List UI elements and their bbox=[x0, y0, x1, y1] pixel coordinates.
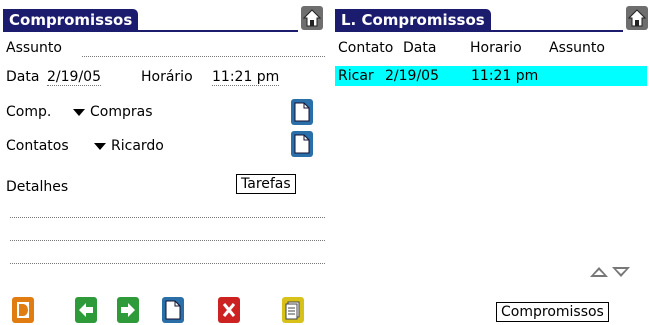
horario-field[interactable]: 11:21 pm bbox=[212, 69, 280, 86]
comp-dropdown[interactable]: Compras bbox=[73, 104, 153, 120]
column-header-data[interactable]: Data bbox=[403, 40, 436, 56]
column-header-horario[interactable]: Horario bbox=[470, 40, 522, 56]
compromissos-button[interactable]: Compromissos bbox=[496, 302, 609, 322]
scroll-down-icon[interactable] bbox=[611, 266, 631, 278]
assunto-label: Assunto bbox=[6, 40, 62, 56]
contatos-value: Ricardo bbox=[111, 138, 164, 154]
row-contato: Ricar bbox=[338, 68, 374, 84]
dropdown-arrow-icon bbox=[94, 142, 106, 150]
home-icon[interactable] bbox=[626, 6, 648, 30]
screen-title[interactable]: L. Compromissos bbox=[335, 9, 491, 31]
delete-icon[interactable] bbox=[218, 297, 240, 323]
forward-icon[interactable] bbox=[117, 297, 139, 323]
lista-compromissos-screen: L. Compromissos Contato Data Horario Ass… bbox=[325, 0, 650, 325]
title-bar: Compromissos bbox=[0, 0, 325, 32]
detalhes-line-2[interactable] bbox=[10, 240, 325, 241]
comp-value: Compras bbox=[90, 104, 153, 120]
tarefas-button[interactable]: Tarefas bbox=[236, 174, 296, 194]
column-header-contato[interactable]: Contato bbox=[338, 40, 393, 56]
new-doc-icon[interactable] bbox=[162, 297, 184, 323]
data-field[interactable]: 2/19/05 bbox=[47, 69, 101, 86]
home-icon[interactable] bbox=[301, 6, 323, 30]
back-icon[interactable] bbox=[75, 297, 97, 323]
detalhes-label: Detalhes bbox=[6, 179, 69, 195]
row-horario: 11:21 pm bbox=[471, 68, 539, 84]
title-underline bbox=[335, 30, 623, 32]
contatos-label: Contatos bbox=[6, 138, 69, 154]
new-category-icon[interactable] bbox=[291, 99, 313, 125]
compromissos-screen: Compromissos Assunto Data 2/19/05 Horári… bbox=[0, 0, 325, 325]
row-data: 2/19/05 bbox=[385, 68, 439, 84]
comp-label: Comp. bbox=[6, 104, 52, 120]
title-underline bbox=[3, 30, 298, 32]
scroll-up-icon[interactable] bbox=[589, 266, 609, 278]
dropdown-arrow-icon bbox=[73, 108, 85, 116]
screen-title[interactable]: Compromissos bbox=[3, 9, 139, 31]
new-contact-icon[interactable] bbox=[291, 131, 313, 157]
assunto-field[interactable] bbox=[82, 56, 325, 57]
data-label: Data bbox=[6, 69, 40, 85]
notes-icon[interactable] bbox=[282, 297, 304, 323]
title-bar: L. Compromissos bbox=[325, 0, 650, 32]
detalhes-line-1[interactable] bbox=[10, 217, 325, 218]
contatos-dropdown[interactable]: Ricardo bbox=[94, 138, 164, 154]
table-row[interactable]: Ricar 2/19/05 11:21 pm bbox=[335, 66, 647, 86]
horario-label: Horário bbox=[141, 69, 193, 85]
detalhes-line-3[interactable] bbox=[10, 263, 325, 264]
column-header-assunto[interactable]: Assunto bbox=[549, 40, 605, 56]
details-icon[interactable] bbox=[12, 297, 34, 323]
